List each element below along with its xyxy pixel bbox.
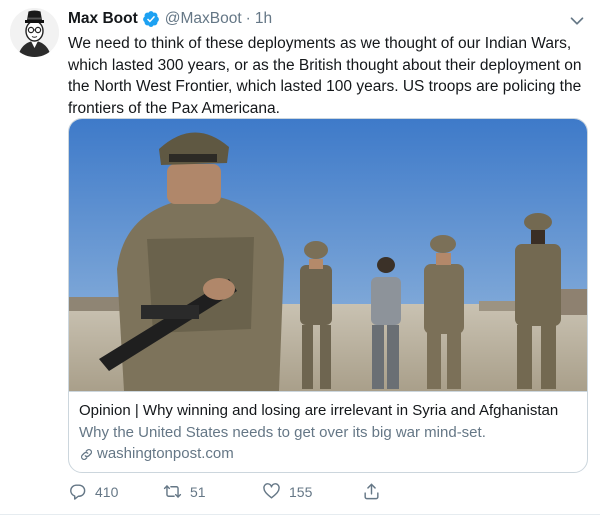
retweet-button[interactable]: 51	[163, 482, 206, 501]
share-button[interactable]	[362, 482, 389, 501]
author-name[interactable]: Max Boot	[68, 10, 138, 28]
soldiers-photo	[69, 119, 587, 391]
tweet-header: Max Boot @MaxBoot · 1h	[68, 8, 272, 30]
card-title: Opinion | Why winning and losing are irr…	[79, 402, 559, 419]
retweet-count: 51	[190, 483, 206, 500]
reply-button[interactable]: 410	[68, 482, 118, 501]
card-domain-text: washingtonpost.com	[97, 445, 234, 462]
tweet-timestamp[interactable]: 1h	[255, 10, 272, 28]
like-button[interactable]: 155	[262, 482, 312, 501]
reply-icon	[70, 484, 86, 500]
reply-count: 410	[95, 483, 119, 500]
tweet-text-line: the North West Frontier, which lasted 10…	[68, 78, 582, 95]
card-domain: washingtonpost.com	[79, 444, 575, 464]
like-count: 155	[289, 483, 313, 500]
author-handle[interactable]: @MaxBoot	[165, 10, 242, 28]
link-card[interactable]: Opinion | Why winning and losing are irr…	[68, 118, 588, 473]
retweet-icon	[163, 485, 182, 498]
tweet-text-line: We need to think of these deployments as…	[68, 35, 572, 52]
tweet-text-line: which lasted 300 years, or as the Britis…	[68, 56, 582, 74]
card-body: Opinion | Why winning and losing are irr…	[69, 391, 587, 464]
tweet-text-line: frontiers of the Pax Americana.	[68, 99, 280, 117]
tweet-text: We need to think of these deployments as…	[68, 33, 588, 119]
header-separator: ·	[245, 10, 251, 27]
heart-icon	[263, 483, 280, 499]
avatar-icon	[10, 8, 59, 57]
tweet: Max Boot @MaxBoot · 1h We need to think …	[0, 0, 600, 515]
card-description: Why the United States needs to get over …	[79, 424, 486, 441]
verified-badge-icon	[142, 11, 159, 27]
link-icon	[81, 448, 92, 460]
chevron-down-icon[interactable]	[566, 10, 588, 32]
avatar[interactable]	[10, 8, 59, 57]
share-icon	[364, 483, 379, 500]
